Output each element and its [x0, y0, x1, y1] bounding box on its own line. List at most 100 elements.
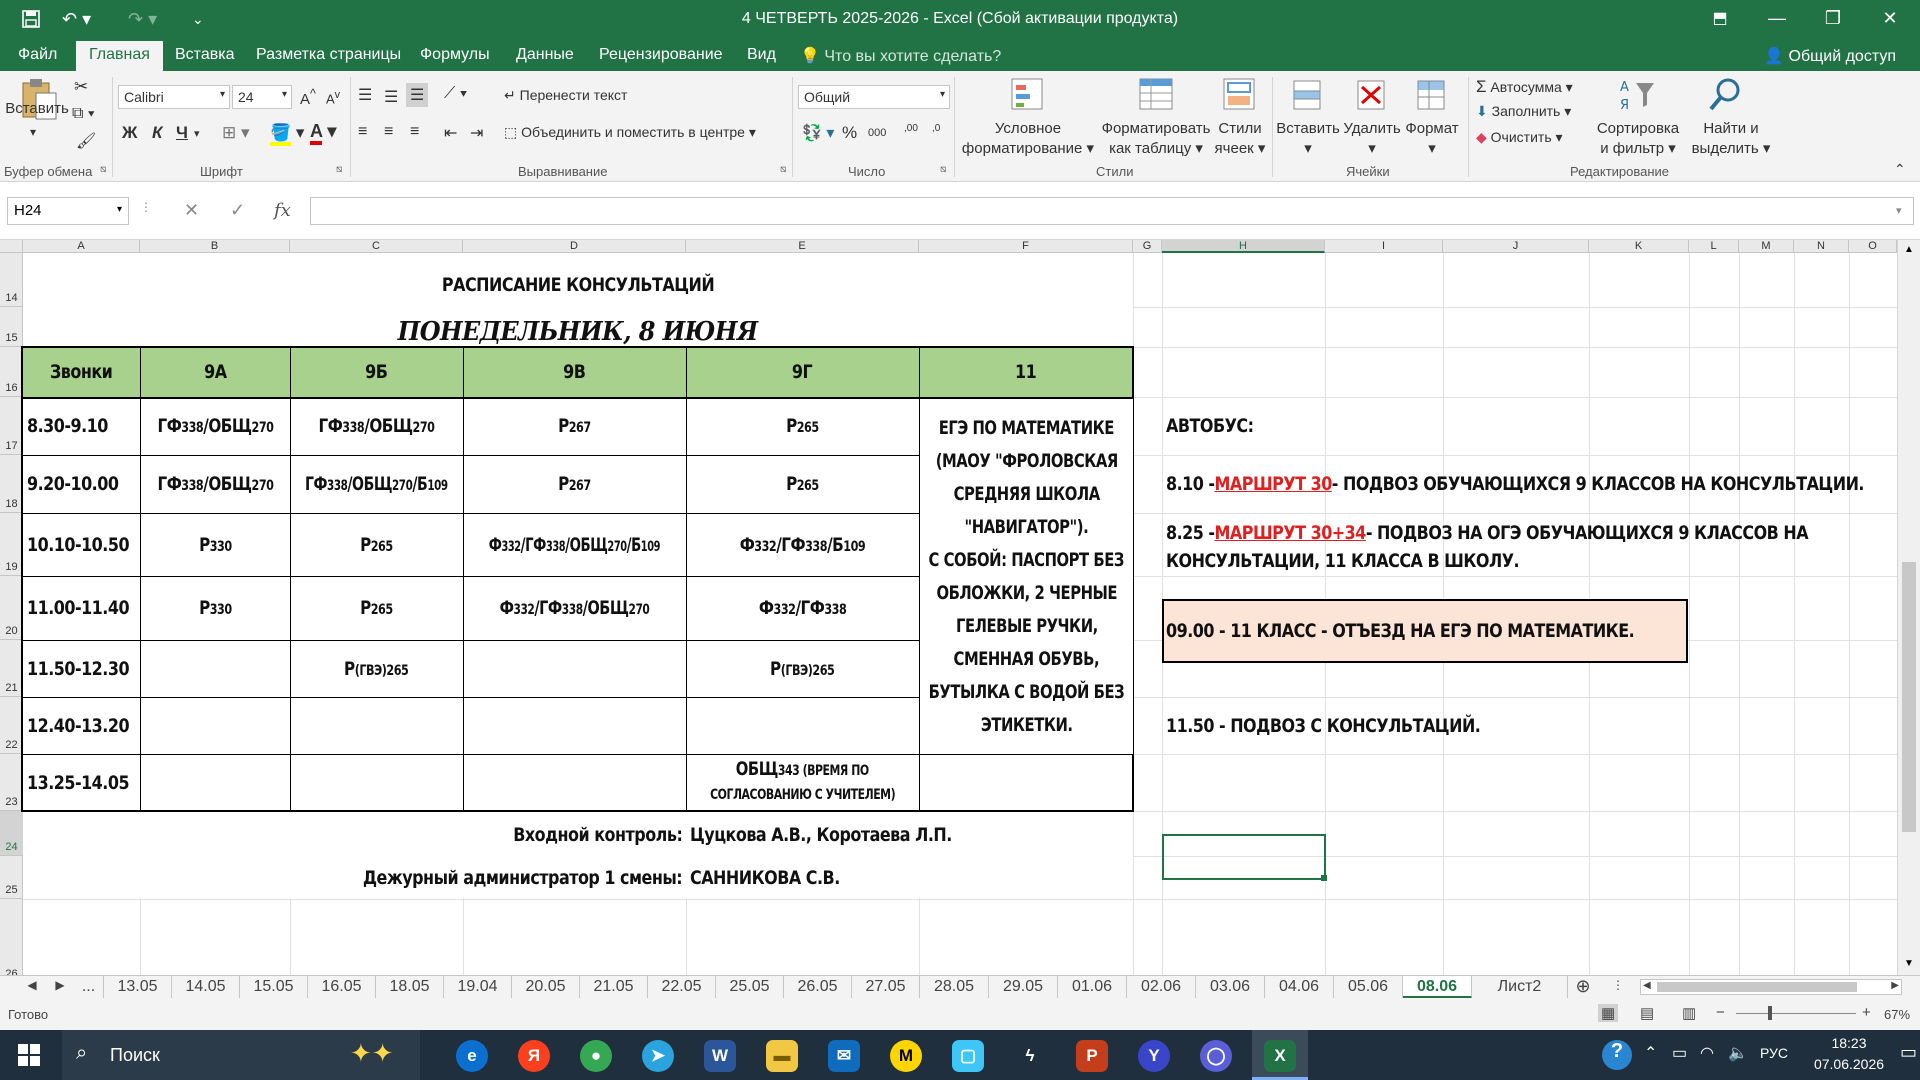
align-top-icon[interactable]: ☰: [358, 85, 372, 105]
column-header[interactable]: L: [1689, 240, 1739, 253]
sheet-tab[interactable]: 05.06: [1334, 976, 1403, 999]
align-left-icon[interactable]: ≡: [358, 123, 367, 141]
percent-icon[interactable]: %: [842, 123, 857, 143]
zoom-slider[interactable]: [1736, 1013, 1856, 1014]
row-header[interactable]: 20: [0, 576, 23, 640]
ribbon-display-icon[interactable]: ⬒: [1705, 8, 1735, 28]
taskbar-search[interactable]: ⌕ Поиск ✦✦: [62, 1030, 420, 1080]
sheet-tab-active[interactable]: 08.06: [1403, 976, 1472, 999]
decrease-font-icon[interactable]: Av: [326, 89, 340, 106]
comma-style-icon[interactable]: 000: [868, 127, 886, 139]
fill-color-icon[interactable]: 🪣 ▾: [270, 123, 304, 146]
copy-icon[interactable]: ⧉ ▾: [72, 105, 95, 123]
fill-handle[interactable]: [1321, 875, 1327, 881]
font-launcher-icon[interactable]: ⧅: [336, 164, 342, 175]
yandex-icon[interactable]: Я: [518, 1040, 550, 1072]
collapse-ribbon-icon[interactable]: ⌃: [1894, 161, 1906, 178]
borders-icon[interactable]: ⊞ ▾: [222, 123, 250, 143]
horizontal-scrollbar[interactable]: ◀ ▶: [1640, 979, 1902, 995]
italic-button[interactable]: К: [152, 123, 162, 143]
messenger-icon[interactable]: ◯: [1200, 1040, 1232, 1072]
notifications-icon[interactable]: ▭: [1900, 1042, 1917, 1063]
enter-formula-icon[interactable]: ✓: [230, 200, 245, 221]
column-header[interactable]: H: [1162, 240, 1325, 253]
number-launcher-icon[interactable]: ⧅: [940, 164, 946, 175]
zoom-out-icon[interactable]: −: [1716, 1004, 1725, 1021]
vertical-scrollbar[interactable]: ▲ ▼: [1897, 240, 1920, 975]
sheet-tab[interactable]: 19.04: [444, 976, 512, 999]
alignment-launcher-icon[interactable]: ⧅: [780, 164, 786, 175]
scroll-right-icon[interactable]: ▶: [1891, 980, 1899, 991]
wrap-text-button[interactable]: ↵ Перенести текст: [504, 87, 627, 104]
name-box[interactable]: H24 ▾: [7, 197, 129, 225]
tab-review[interactable]: Рецензирование: [599, 46, 723, 64]
sheet-tab[interactable]: 26.05: [784, 976, 852, 999]
sheet-tab[interactable]: Лист2: [1472, 976, 1568, 999]
column-header[interactable]: F: [919, 240, 1133, 253]
row-header[interactable]: 18: [0, 455, 23, 513]
insert-function-icon[interactable]: fx: [274, 200, 291, 221]
sheet-tab[interactable]: 15.05: [240, 976, 308, 999]
prev-sheet-icon[interactable]: ◀: [22, 976, 42, 999]
sort-filter-icon[interactable]: AЯ: [1618, 77, 1658, 116]
column-header[interactable]: M: [1739, 240, 1794, 253]
column-header[interactable]: K: [1589, 240, 1689, 253]
insert-cells-icon[interactable]: [1290, 77, 1324, 116]
tab-file[interactable]: Файл: [18, 46, 57, 64]
sort-filter-button[interactable]: Сортировка и фильтр ▾: [1588, 119, 1688, 159]
sheet-tab[interactable]: 16.05: [308, 976, 376, 999]
format-as-table-button[interactable]: Форматировать как таблицу ▾: [1094, 119, 1218, 159]
sheet-tab[interactable]: 13.05: [104, 976, 172, 999]
find-select-icon[interactable]: [1708, 77, 1744, 116]
sheet-tab-more[interactable]: ...: [74, 976, 104, 999]
format-cells-button[interactable]: Формат ▾: [1402, 119, 1462, 159]
next-sheet-icon[interactable]: ▶: [50, 976, 70, 999]
route-30-link[interactable]: МАРШРУТ 30: [1215, 473, 1333, 495]
help-icon[interactable]: ?: [1602, 1040, 1632, 1070]
language-indicator[interactable]: РУС: [1760, 1045, 1788, 1061]
align-right-icon[interactable]: ≡: [410, 123, 419, 141]
clipboard-launcher-icon[interactable]: ⧅: [100, 164, 106, 175]
align-bottom-icon[interactable]: ☰: [406, 83, 429, 107]
windows-start-icon[interactable]: [18, 1044, 40, 1071]
sheet-tab[interactable]: 25.05: [716, 976, 784, 999]
app-icon[interactable]: М: [890, 1040, 922, 1072]
cut-icon[interactable]: ✂: [74, 77, 88, 97]
increase-font-icon[interactable]: A^: [300, 87, 316, 108]
row-header[interactable]: 21: [0, 640, 23, 697]
lightning-icon[interactable]: ϟ: [1014, 1040, 1046, 1072]
word-icon[interactable]: W: [704, 1040, 736, 1072]
sheet-tab[interactable]: 01.06: [1058, 976, 1127, 999]
format-painter-icon[interactable]: 🖌: [76, 131, 96, 151]
add-sheet-icon[interactable]: ⊕: [1572, 976, 1594, 999]
align-middle-icon[interactable]: ☰: [384, 87, 398, 107]
number-format-select[interactable]: Общий ▾: [798, 85, 950, 109]
wifi-icon[interactable]: ◠: [1700, 1043, 1714, 1063]
bold-button[interactable]: Ж: [122, 123, 137, 143]
cell-grid[interactable]: РАСПИСАНИЕ КОНСУЛЬТАЦИЙ ПОНЕДЕЛЬНИК, 8 И…: [21, 253, 1897, 975]
row-header[interactable]: 24: [0, 811, 23, 856]
page-break-view-icon[interactable]: ▥: [1682, 1004, 1696, 1022]
delete-cells-button[interactable]: Удалить ▾: [1340, 119, 1404, 159]
row-header[interactable]: 26: [0, 899, 23, 975]
row-header[interactable]: 16: [0, 347, 23, 397]
increase-decimal-icon[interactable]: ,00: [904, 123, 918, 134]
route-30-34-link[interactable]: МАРШРУТ 30+34: [1215, 522, 1367, 544]
outlook-icon[interactable]: ✉: [828, 1040, 860, 1072]
zoom-in-icon[interactable]: +: [1862, 1004, 1871, 1021]
column-header[interactable]: A: [23, 240, 140, 253]
select-all-corner[interactable]: [0, 240, 23, 253]
tell-me-search[interactable]: 💡 Что вы хотите сделать?: [800, 46, 1001, 66]
tab-insert[interactable]: Вставка: [175, 46, 234, 64]
insert-cells-button[interactable]: Вставить ▾: [1276, 119, 1340, 159]
sheet-tab[interactable]: 20.05: [512, 976, 580, 999]
underline-button[interactable]: Ч: [176, 123, 188, 143]
column-header[interactable]: E: [686, 240, 919, 253]
sheet-tab[interactable]: 21.05: [580, 976, 648, 999]
h-scroll-thumb[interactable]: [1657, 982, 1857, 992]
chrome-icon[interactable]: ●: [580, 1040, 612, 1072]
sheet-tab[interactable]: 27.05: [852, 976, 920, 999]
sheet-tab[interactable]: 03.06: [1196, 976, 1265, 999]
autosum-button[interactable]: Σ Автосумма ▾: [1476, 77, 1573, 97]
sheet-tab[interactable]: 04.06: [1265, 976, 1334, 999]
